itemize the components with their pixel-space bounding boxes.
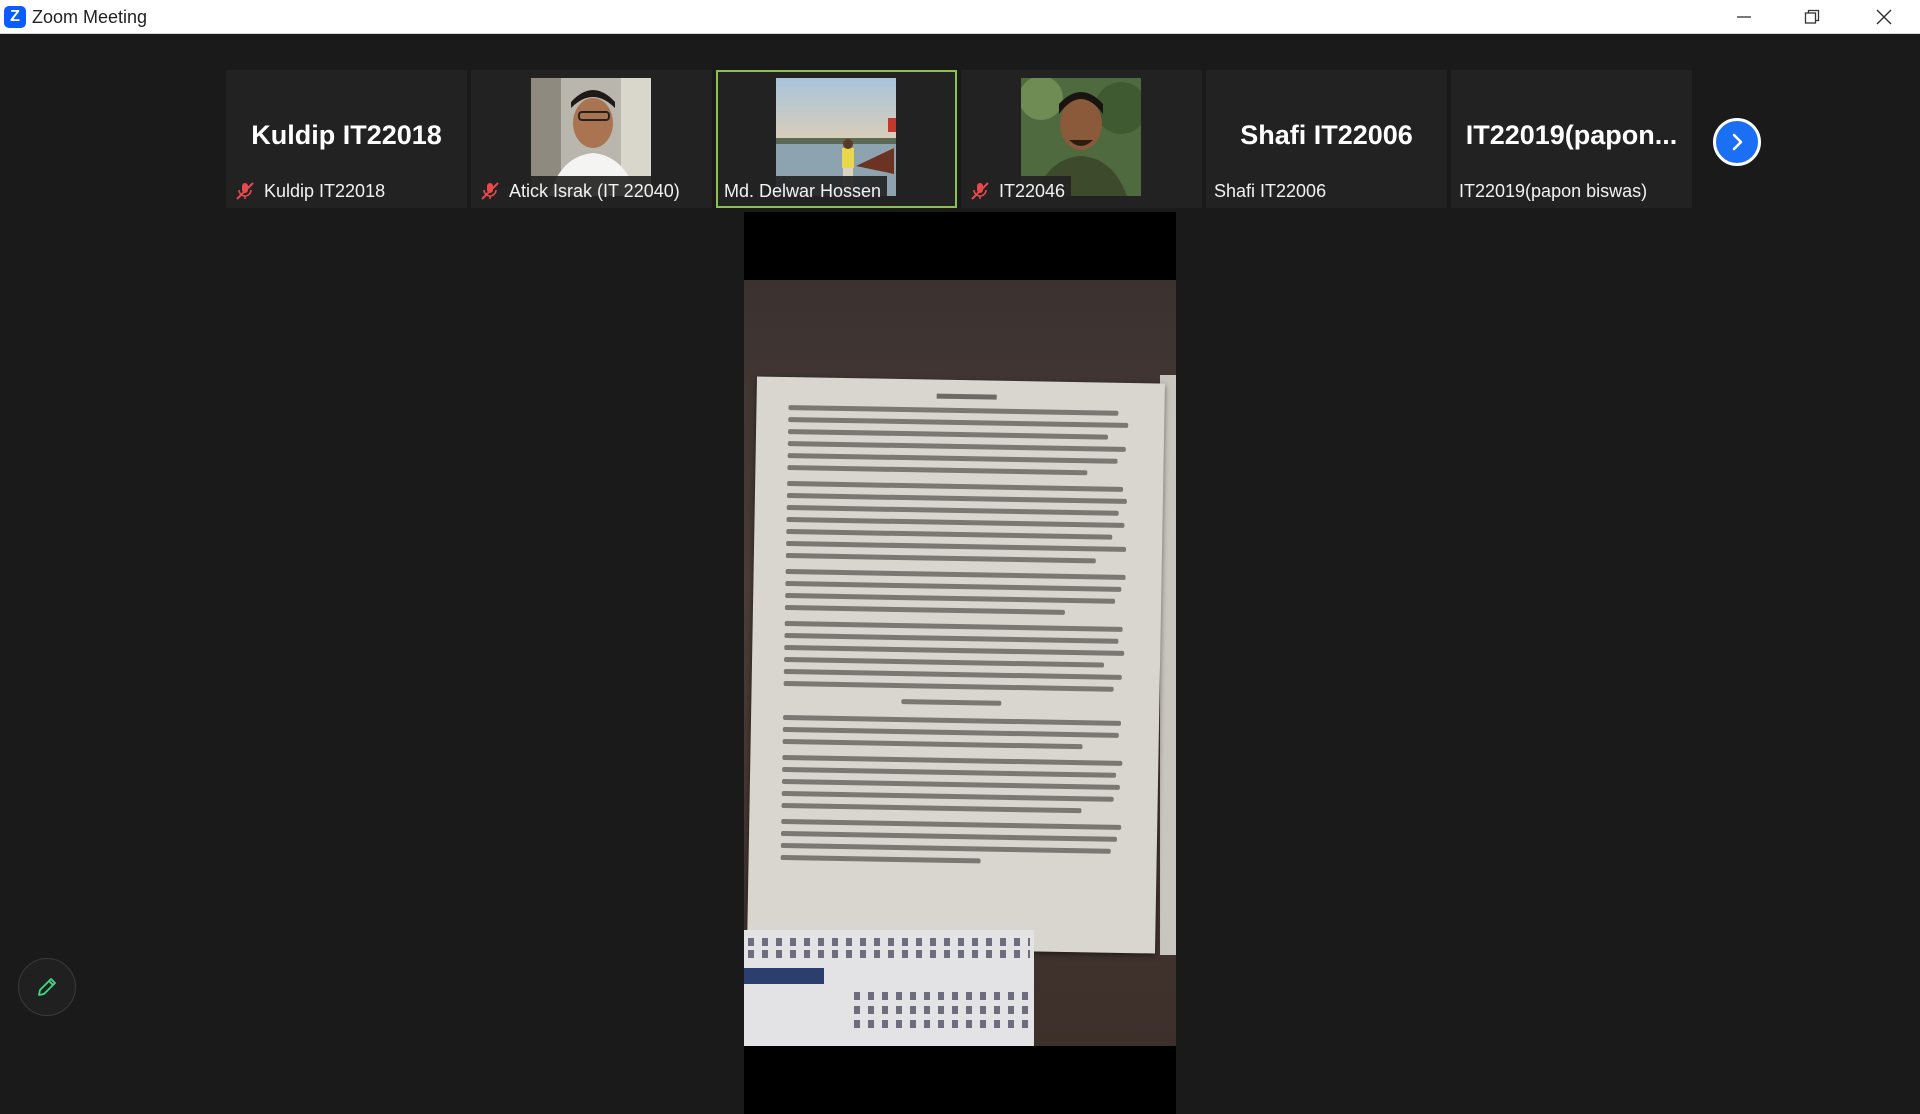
participant-tile-active[interactable]: Md. Delwar Hossen xyxy=(716,70,957,208)
participant-label: Atick Israk (IT 22040) xyxy=(473,176,686,206)
participant-name-large: Shafi IT22006 xyxy=(1240,120,1413,150)
pencil-icon xyxy=(38,978,56,996)
participant-tile[interactable]: IT22019(papon... IT22019(papon biswas) xyxy=(1451,70,1692,208)
participant-tile[interactable]: Atick Israk (IT 22040) xyxy=(471,70,712,208)
shared-video xyxy=(744,212,1176,1114)
participant-label: IT22046 xyxy=(963,176,1072,206)
participant-label: Kuldip IT22018 xyxy=(228,176,392,206)
mic-off-icon xyxy=(969,180,991,202)
chevron-right-icon xyxy=(1732,133,1743,151)
participant-label-text: Kuldip IT22018 xyxy=(264,181,386,201)
meeting-stage: Kuldip IT22018 Kuldip IT22018 Atick Isra… xyxy=(0,34,1920,1114)
window-title: Zoom Meeting xyxy=(32,7,148,27)
minimize-button[interactable] xyxy=(1710,0,1778,34)
participant-label-text: Atick Israk (IT 22040) xyxy=(509,181,680,201)
calendar-photo xyxy=(744,930,1034,1046)
restore-button[interactable] xyxy=(1778,0,1846,34)
mic-off-icon xyxy=(479,180,501,202)
participant-label-text: IT22046 xyxy=(999,181,1066,201)
minimize-icon xyxy=(1737,16,1751,18)
annotate-button[interactable] xyxy=(18,958,76,1016)
restore-icon xyxy=(1804,9,1820,24)
zoom-logo-icon: Z xyxy=(4,6,26,28)
participant-label: Md. Delwar Hossen xyxy=(718,176,888,206)
participant-label: Shafi IT22006 xyxy=(1208,176,1333,206)
next-page-button[interactable] xyxy=(1713,118,1761,166)
participant-tile[interactable]: IT22046 xyxy=(961,70,1202,208)
participant-name-large: IT22019(papon... xyxy=(1465,120,1678,150)
participant-label: IT22019(papon biswas) xyxy=(1453,176,1654,206)
book-photo xyxy=(744,280,1176,1046)
participant-label-text: Md. Delwar Hossen xyxy=(724,181,882,201)
title-bar: Z Zoom Meeting xyxy=(0,0,1920,34)
participant-label-text: IT22019(papon biswas) xyxy=(1459,181,1648,201)
participant-tile[interactable]: Shafi IT22006 Shafi IT22006 xyxy=(1206,70,1447,208)
close-button[interactable] xyxy=(1850,0,1918,34)
participant-name-large: Kuldip IT22018 xyxy=(251,120,442,150)
participant-tile[interactable]: Kuldip IT22018 Kuldip IT22018 xyxy=(226,70,467,208)
participant-strip: Kuldip IT22018 Kuldip IT22018 Atick Isra… xyxy=(226,70,1692,210)
close-icon xyxy=(1876,9,1892,25)
book-page-image xyxy=(747,376,1165,954)
participant-label-text: Shafi IT22006 xyxy=(1214,181,1327,201)
mic-off-icon xyxy=(234,180,256,202)
